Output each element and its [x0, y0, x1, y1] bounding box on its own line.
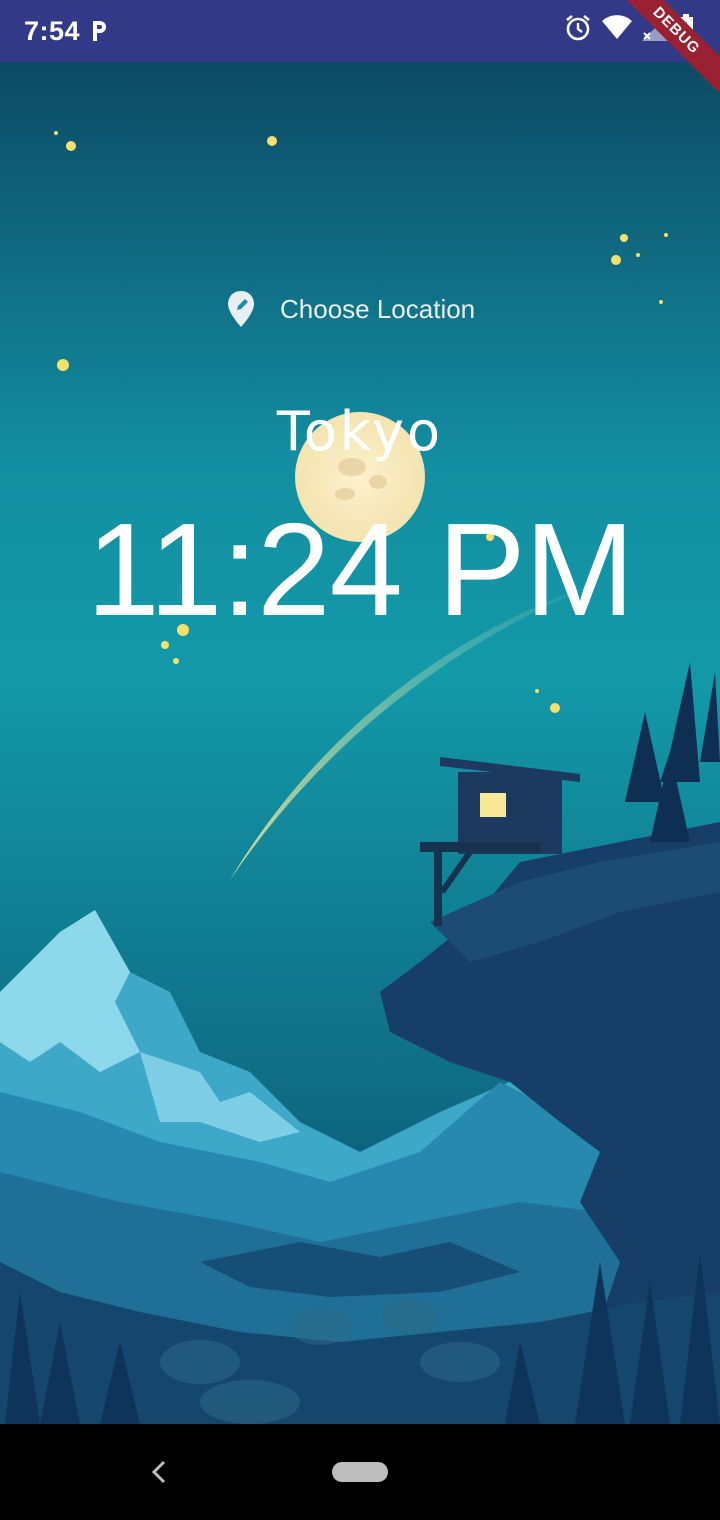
status-time: 7:54 [24, 15, 81, 46]
current-time: 11:24 PM [86, 496, 634, 643]
wifi-icon [602, 15, 632, 39]
location-pin-edit-icon [228, 291, 254, 327]
city-name: Tokyo [276, 400, 444, 463]
alarm-icon [566, 14, 590, 41]
parking-notification-icon [93, 21, 107, 41]
choose-location-label: Choose Location [280, 293, 476, 324]
choose-location-button[interactable]: Choose Location [226, 288, 475, 330]
back-icon[interactable] [144, 1454, 174, 1490]
home-pill[interactable] [332, 1462, 388, 1482]
clock-screen: Choose Location Tokyo 11:24 PM [0, 62, 720, 1424]
status-bar: 7:54 [0, 0, 720, 62]
